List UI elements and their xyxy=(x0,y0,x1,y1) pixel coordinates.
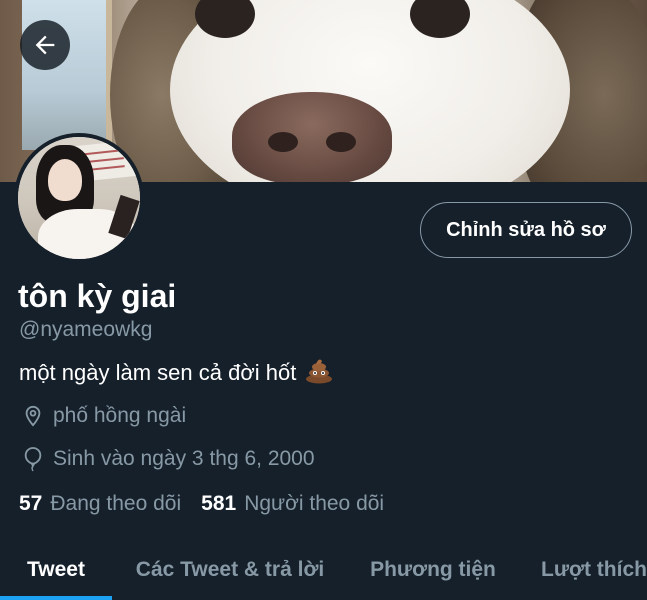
back-button[interactable] xyxy=(20,20,70,70)
followers-label[interactable]: Người theo dõi xyxy=(244,492,384,516)
profile-birthday: Sinh vào ngày 3 thg 6, 2000 xyxy=(22,446,315,472)
profile-bio: một ngày làm sen cả đời hốt xyxy=(19,356,334,390)
banner-dog-nose xyxy=(232,92,392,182)
tab-media[interactable]: Phương tiện xyxy=(356,540,510,600)
banner-nostril xyxy=(326,132,356,152)
followers-count[interactable]: 581 xyxy=(201,492,236,516)
edit-profile-button[interactable]: Chỉnh sửa hồ sơ xyxy=(420,202,632,258)
following-label[interactable]: Đang theo dõi xyxy=(50,492,181,516)
avatar-face xyxy=(48,159,82,201)
location-pin-icon xyxy=(25,405,41,427)
tab-likes[interactable]: Lượt thích xyxy=(532,540,647,600)
balloon-icon xyxy=(24,447,42,472)
follow-stats: 57 Đang theo dõi 581 Người theo dõi xyxy=(19,492,404,516)
tab-tweets-and-replies[interactable]: Các Tweet & trả lời xyxy=(120,540,340,600)
pile-of-poo-icon xyxy=(304,356,334,390)
birthday-text: Sinh vào ngày 3 thg 6, 2000 xyxy=(53,447,315,470)
tab-tweets[interactable]: Tweet xyxy=(0,540,112,600)
bio-text: một ngày làm sen cả đời hốt xyxy=(19,360,297,385)
banner-nostril xyxy=(268,132,298,152)
location-text: phố hồng ngài xyxy=(53,404,187,427)
profile-avatar[interactable] xyxy=(14,133,144,263)
active-tab-indicator xyxy=(0,596,112,600)
profile-location: phố hồng ngài xyxy=(22,404,186,428)
profile-tabs: Tweet Các Tweet & trả lời Phương tiện Lư… xyxy=(0,540,647,600)
display-name: tôn kỳ giai xyxy=(18,278,177,314)
following-count[interactable]: 57 xyxy=(19,492,42,516)
arrow-left-icon xyxy=(35,35,55,55)
username-handle: @nyameowkg xyxy=(19,318,153,341)
